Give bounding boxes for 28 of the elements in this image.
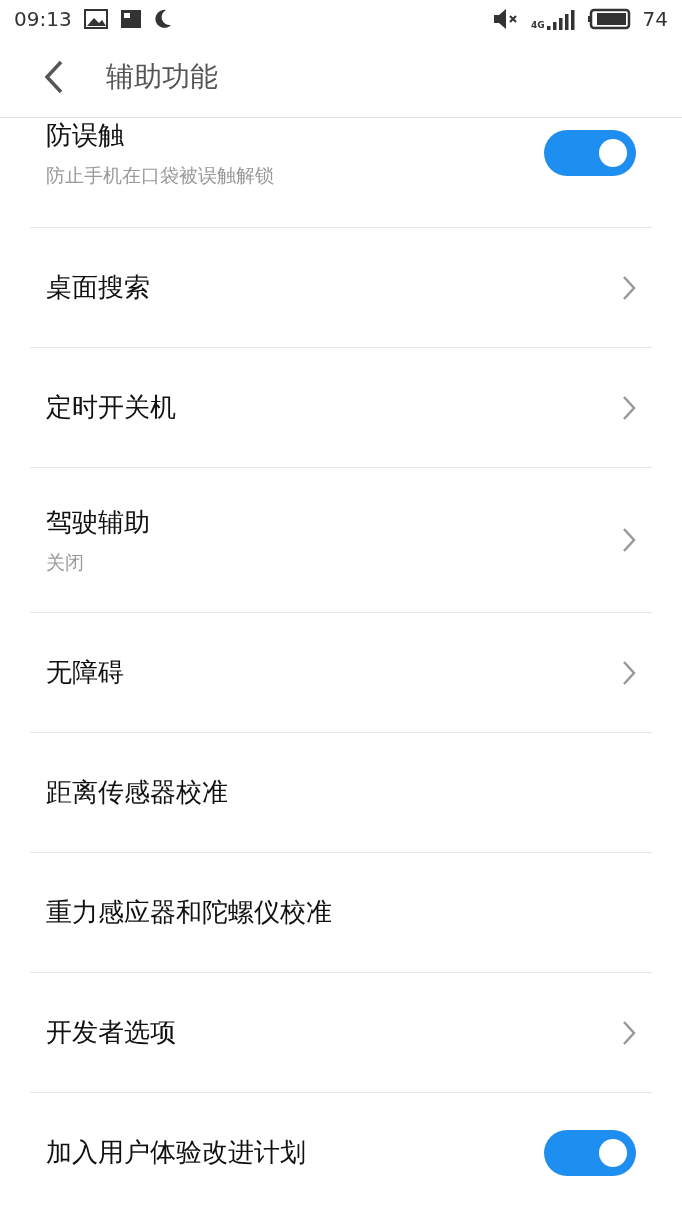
- signal-icon: [546, 7, 575, 30]
- chevron-right-icon: [622, 527, 636, 553]
- toggle-switch[interactable]: [544, 1129, 636, 1176]
- mute-icon: [492, 7, 519, 30]
- setting-title: 加入用户体验改进计划: [46, 1136, 307, 1169]
- battery-icon: [586, 7, 631, 30]
- battery-percent: 74: [642, 6, 668, 31]
- image-icon: [83, 8, 108, 29]
- setting-subtitle: 关闭: [46, 549, 85, 575]
- setting-title: 驾驶辅助: [46, 505, 151, 539]
- chevron-right-icon: [622, 394, 636, 421]
- setting-title: 防误触: [46, 119, 125, 152]
- toggle-switch[interactable]: [544, 130, 636, 176]
- setting-subtitle: 防止手机在口袋被误触解锁: [46, 163, 275, 188]
- setting-title: 定时开关机: [46, 391, 177, 424]
- setting-title: 重力感应器和陀螺仪校准: [46, 896, 333, 929]
- status-time: 09:13: [14, 6, 72, 31]
- chevron-right-icon: [622, 274, 636, 301]
- setting-title: 距离传感器校准: [46, 776, 229, 809]
- setting-title: 开发者选项: [46, 1016, 177, 1049]
- chevron-right-icon: [622, 1019, 636, 1046]
- chevron-right-icon: [622, 659, 636, 686]
- setting-title: 桌面搜索: [46, 271, 151, 304]
- network-type: 4G: [530, 19, 545, 30]
- notification-icon: [119, 8, 142, 29]
- moon-icon: [153, 8, 172, 29]
- setting-title: 无障碍: [46, 656, 125, 689]
- page-title: 辅助功能: [106, 59, 218, 96]
